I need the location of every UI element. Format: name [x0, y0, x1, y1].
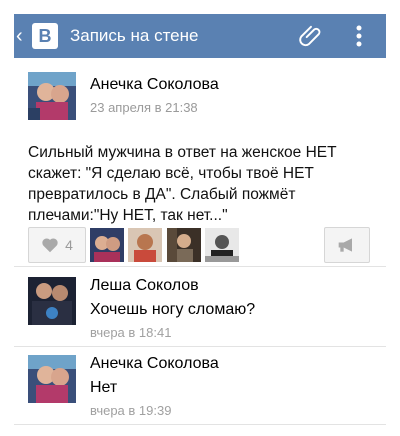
comment-time: вчера в 19:39 [90, 403, 172, 418]
likes-count: 4 [65, 237, 73, 253]
comment-text: Нет [90, 379, 118, 396]
heart-icon [42, 238, 58, 253]
avatar[interactable] [28, 355, 76, 403]
divider [14, 424, 386, 425]
post-text: Сильный мужчина в ответ на женское НЕТ с… [28, 144, 337, 224]
comment-text: Хочешь ногу сломаю? [90, 301, 256, 318]
like-button[interactable]: 4 [28, 227, 86, 263]
post-date: 23 апреля в 21:38 [90, 100, 198, 115]
comment-time: вчера в 18:41 [90, 325, 172, 340]
page-title: Запись на стене [70, 26, 199, 45]
comment-author[interactable]: Леша Соколов [90, 277, 199, 295]
vk-logo[interactable]: В [32, 23, 58, 49]
post-actions: 4 [28, 227, 376, 263]
comment-author[interactable]: Анечка Соколова [90, 355, 219, 373]
app-header: ‹ В Запись на стене [14, 14, 386, 58]
avatar[interactable] [28, 72, 76, 120]
post-author[interactable]: Анечка Соколова [90, 76, 219, 94]
divider [14, 346, 386, 347]
liker-avatar[interactable] [167, 228, 201, 262]
share-button[interactable] [324, 227, 370, 263]
avatar[interactable] [28, 277, 76, 325]
liker-avatar[interactable] [90, 228, 124, 262]
chevron-left-icon[interactable]: ‹ [16, 26, 30, 46]
liker-avatar[interactable] [128, 228, 162, 262]
more-vertical-icon[interactable] [344, 21, 374, 51]
megaphone-icon [338, 238, 352, 252]
divider [14, 266, 386, 267]
paperclip-icon[interactable] [296, 21, 326, 51]
liker-avatar[interactable] [205, 228, 239, 262]
